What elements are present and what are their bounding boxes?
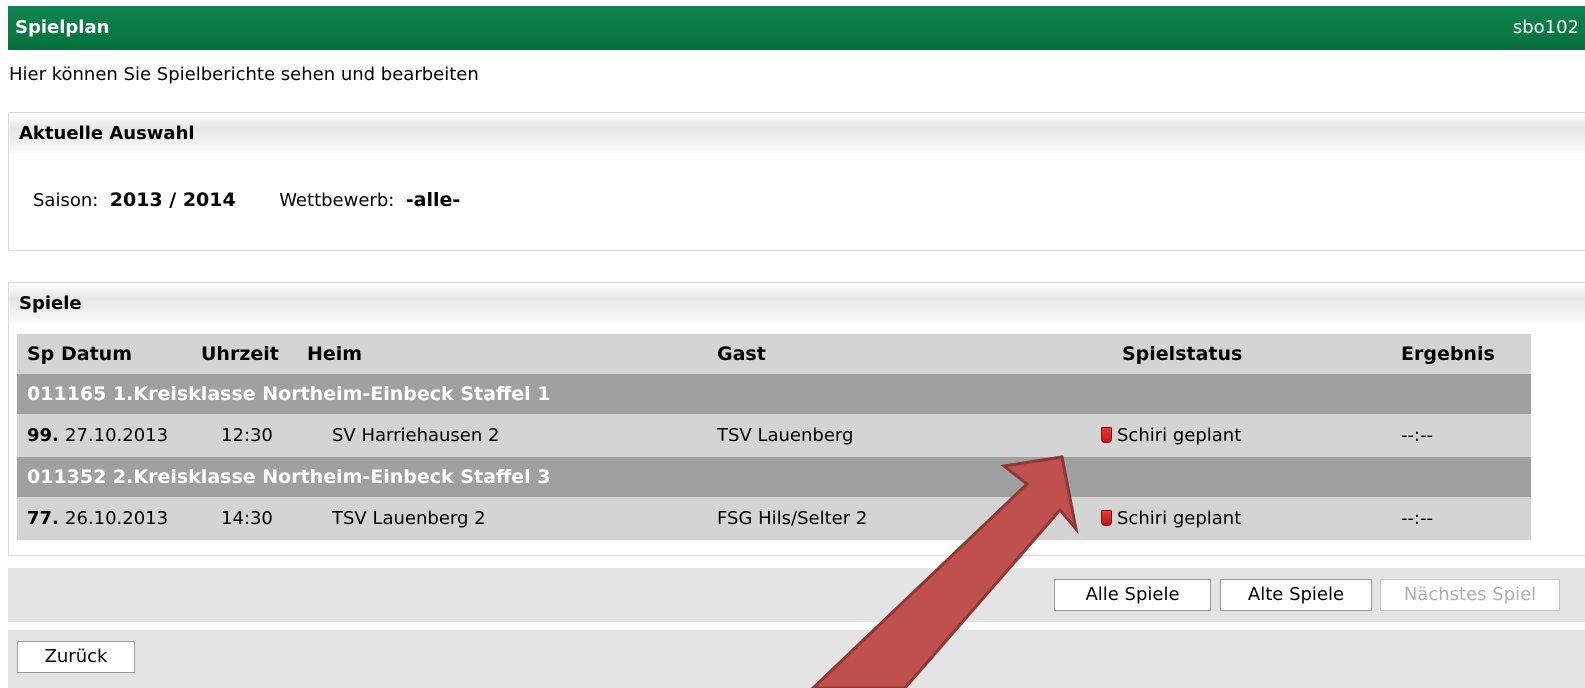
season-value: 2013 / 2014 bbox=[109, 189, 236, 211]
games-panel: Spiele Sp Datum Uhrzeit Heim Gast Spiels… bbox=[8, 282, 1585, 556]
page-title: Spielplan bbox=[15, 17, 110, 38]
action-bar: Alle Spiele Alte Spiele Nächstes Spiel bbox=[8, 568, 1585, 622]
status-icon[interactable] bbox=[1101, 510, 1112, 526]
all-games-button[interactable]: Alle Spiele bbox=[1054, 579, 1211, 611]
group-title[interactable]: 011165 1.Kreisklasse Northeim-Einbeck St… bbox=[17, 374, 1531, 414]
status-label[interactable]: Schiri geplant bbox=[1117, 508, 1241, 529]
back-button[interactable]: Zurück bbox=[17, 641, 135, 673]
match-date: 27.10.2013 bbox=[65, 425, 169, 446]
col-spielstatus: Spielstatus bbox=[1122, 343, 1243, 365]
match-result: --:-- bbox=[1401, 508, 1434, 529]
match-number: 77. bbox=[27, 508, 59, 529]
match-number: 99. bbox=[27, 425, 59, 446]
table-header-row: Sp Datum Uhrzeit Heim Gast Spielstatus E… bbox=[17, 334, 1531, 374]
match-time: 14:30 bbox=[221, 508, 273, 529]
match-result: --:-- bbox=[1401, 425, 1434, 446]
group-title[interactable]: 011352 2.Kreisklasse Northeim-Einbeck St… bbox=[17, 457, 1531, 497]
page-subtitle: Hier können Sie Spielberichte sehen und … bbox=[9, 64, 479, 85]
match-guest[interactable]: TSV Lauenberg bbox=[697, 414, 1077, 457]
col-heim: Heim bbox=[307, 343, 363, 365]
competition-value: -alle- bbox=[405, 189, 461, 211]
games-heading: Spiele bbox=[9, 283, 1585, 323]
match-status[interactable]: Schiri geplant bbox=[1077, 497, 1401, 540]
competition-label: Wettbewerb: bbox=[279, 190, 395, 211]
col-ergebnis: Ergebnis bbox=[1401, 343, 1495, 365]
back-bar: Zurück bbox=[8, 630, 1585, 688]
current-selection-panel: Aktuelle Auswahl Saison: 2013 / 2014 Wet… bbox=[8, 112, 1585, 251]
table-row[interactable]: 77. 26.10.2013 14:30 TSV Lauenberg 2 FSG… bbox=[17, 497, 1531, 540]
col-datum: Datum bbox=[61, 343, 132, 365]
group-row[interactable]: 011165 1.Kreisklasse Northeim-Einbeck St… bbox=[17, 374, 1531, 414]
col-uhrzeit: Uhrzeit bbox=[201, 343, 279, 365]
status-label[interactable]: Schiri geplant bbox=[1117, 425, 1241, 446]
match-home[interactable]: TSV Lauenberg 2 bbox=[307, 497, 697, 540]
selection-row: Saison: 2013 / 2014 Wettbewerb: -alle- bbox=[33, 189, 460, 211]
match-time: 12:30 bbox=[221, 425, 273, 446]
page-header: Spielplan sbo102 bbox=[8, 6, 1585, 50]
col-sp: Sp bbox=[27, 343, 55, 365]
page-code: sbo102 bbox=[1512, 17, 1579, 38]
match-status[interactable]: Schiri geplant bbox=[1077, 414, 1401, 457]
season-label: Saison: bbox=[33, 190, 99, 211]
old-games-button[interactable]: Alte Spiele bbox=[1220, 579, 1372, 611]
col-gast: Gast bbox=[717, 343, 766, 365]
games-table: Sp Datum Uhrzeit Heim Gast Spielstatus E… bbox=[17, 334, 1531, 540]
selection-heading: Aktuelle Auswahl bbox=[9, 113, 1585, 153]
group-row[interactable]: 011352 2.Kreisklasse Northeim-Einbeck St… bbox=[17, 457, 1531, 497]
next-game-button: Nächstes Spiel bbox=[1380, 579, 1560, 611]
match-home[interactable]: SV Harriehausen 2 bbox=[307, 414, 697, 457]
status-icon[interactable] bbox=[1101, 427, 1112, 443]
match-date: 26.10.2013 bbox=[65, 508, 169, 529]
table-row[interactable]: 99. 27.10.2013 12:30 SV Harriehausen 2 T… bbox=[17, 414, 1531, 457]
match-guest[interactable]: FSG Hils/Selter 2 bbox=[697, 497, 1077, 540]
